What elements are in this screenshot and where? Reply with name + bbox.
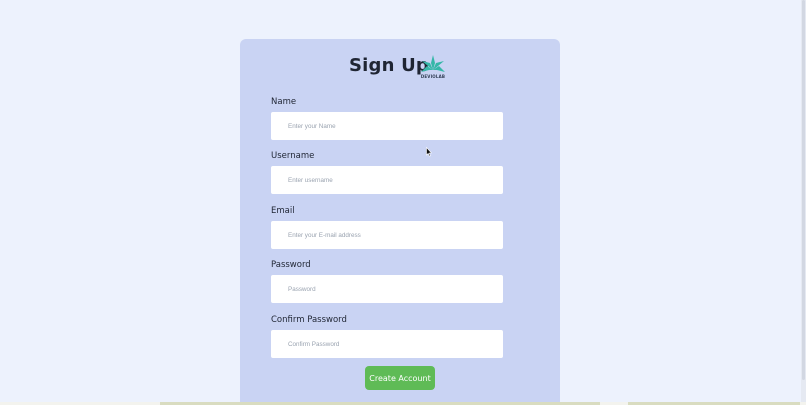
signup-card: Sign Up DEVIOLAB Name Username Email bbox=[240, 39, 560, 405]
username-label: Username bbox=[271, 151, 315, 161]
email-label: Email bbox=[271, 206, 295, 216]
form-header: Sign Up DEVIOLAB bbox=[240, 53, 560, 83]
confirm-password-field: Confirm Password bbox=[271, 315, 503, 358]
form-title: Sign Up bbox=[349, 55, 430, 76]
name-label: Name bbox=[271, 97, 297, 107]
confirm-password-input[interactable] bbox=[271, 330, 503, 358]
create-account-button[interactable]: Create Account bbox=[365, 366, 435, 390]
email-input[interactable] bbox=[271, 221, 503, 249]
mouse-cursor-icon bbox=[426, 147, 432, 157]
username-field: Username bbox=[271, 151, 503, 194]
page: Sign Up DEVIOLAB Name Username Email bbox=[0, 0, 806, 405]
email-field: Email bbox=[271, 206, 503, 249]
username-input[interactable] bbox=[271, 166, 503, 194]
name-input[interactable] bbox=[271, 112, 503, 140]
password-input[interactable] bbox=[271, 275, 503, 303]
password-label: Password bbox=[271, 260, 311, 270]
confirm-password-label: Confirm Password bbox=[271, 315, 347, 325]
vertical-scrollbar[interactable] bbox=[801, 0, 806, 405]
password-field: Password bbox=[271, 260, 503, 303]
scrollbar-thumb[interactable] bbox=[802, 0, 805, 380]
name-field: Name bbox=[271, 97, 503, 140]
logo-wordmark: DEVIOLAB bbox=[420, 74, 446, 79]
